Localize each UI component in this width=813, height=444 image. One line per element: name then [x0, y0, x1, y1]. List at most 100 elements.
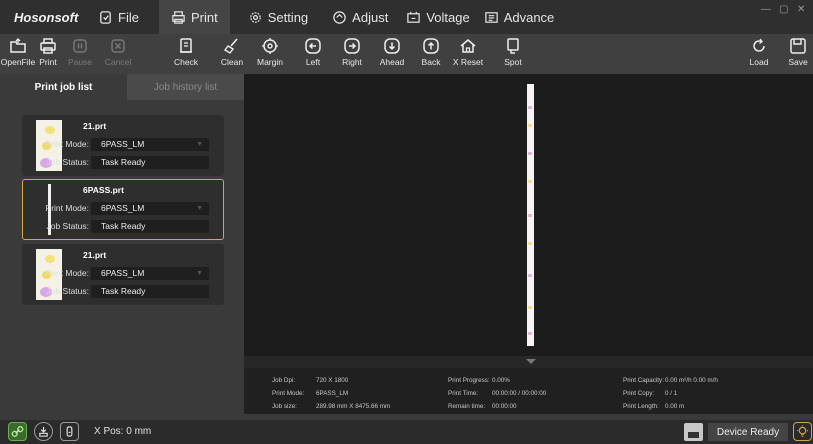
print-preview-canvas[interactable] — [244, 74, 813, 356]
printer-status-icon — [684, 423, 703, 441]
menu-voltage[interactable]: Voltage — [400, 0, 481, 34]
x-reset-button[interactable]: X Reset — [450, 37, 486, 67]
back-label: Back — [421, 57, 441, 67]
spot-button[interactable]: Spot — [495, 37, 531, 67]
menu-advance[interactable]: Advance — [482, 0, 567, 34]
load-label: Load — [749, 57, 769, 67]
ink-bottle-icon — [66, 426, 73, 437]
job-name: 21.prt — [83, 250, 107, 260]
menu-file[interactable]: File — [86, 0, 151, 34]
job-status-label: Job Status: — [46, 221, 89, 231]
margin-button[interactable]: Margin — [252, 37, 288, 67]
menu-setting[interactable]: Setting — [236, 0, 320, 34]
gear-icon — [249, 11, 261, 23]
job-status-text: Task Ready — [101, 157, 146, 167]
cancel-button[interactable]: Cancel — [100, 37, 136, 67]
print-time-label: Print Time: — [448, 390, 479, 397]
load-button[interactable]: Load — [741, 37, 777, 67]
right-button[interactable]: Right — [334, 37, 370, 67]
menu-bar: Hosonsoft File Print Setting Adjust Volt… — [0, 0, 813, 34]
save-button[interactable]: Save — [780, 37, 813, 67]
job-status-value: Task Ready — [91, 285, 209, 298]
job-status-label: Job Status: — [46, 286, 89, 296]
spot-icon — [507, 38, 519, 54]
print-mode-value: 6PASS_LM — [101, 268, 145, 278]
device-status: Device Ready — [708, 423, 788, 441]
link-icon — [11, 426, 24, 437]
menu-voltage-label: Voltage — [426, 9, 470, 25]
job-size-label: Job size: — [272, 403, 297, 410]
job-tabs: Print job list Job history list — [0, 74, 244, 100]
check-label: Check — [173, 57, 199, 67]
menu-print[interactable]: Print — [158, 0, 230, 34]
x-reset-label: X Reset — [452, 57, 484, 67]
menu-file-label: File — [118, 9, 139, 25]
x-position-readout: X Pos: 0 mm — [94, 426, 152, 437]
print-mode-select[interactable]: 6PASS_LM ▼ — [91, 202, 209, 215]
light-button[interactable] — [793, 422, 812, 441]
job-item[interactable]: 21.prt Print Mode: 6PASS_LM ▼ Job Status… — [22, 244, 224, 305]
adjust-icon — [333, 10, 346, 24]
pause-button[interactable]: Pause — [62, 37, 98, 67]
left-label: Left — [305, 57, 321, 67]
close-button[interactable]: ✕ — [797, 4, 805, 15]
carriage-button[interactable] — [34, 422, 53, 441]
ink-button[interactable] — [60, 422, 79, 441]
maximize-button[interactable]: ▢ — [779, 4, 788, 15]
light-bulb-icon — [796, 425, 809, 437]
tab-job-history-list[interactable]: Job history list — [127, 74, 244, 100]
print-length-value: 0.00 m — [665, 403, 685, 410]
job-item[interactable]: 21.prt Print Mode: 6PASS_LM ▼ Job Status… — [22, 115, 224, 176]
print-mode-select[interactable]: 6PASS_LM ▼ — [91, 267, 209, 280]
print-mode-label: Print Mode: — [45, 203, 89, 213]
print-mode-value: 6PASS_LM — [101, 203, 145, 213]
remain-time-label: Remain time: — [448, 403, 486, 410]
right-label: Right — [342, 57, 362, 67]
home-icon — [460, 39, 476, 53]
print-button[interactable]: Print — [30, 37, 66, 67]
print-capacity-label: Print Capacity: — [623, 377, 664, 384]
chevron-down-icon: ▼ — [196, 270, 203, 277]
check-button[interactable]: Check — [168, 37, 204, 67]
menu-setting-label: Setting — [267, 9, 309, 25]
cancel-icon — [111, 39, 125, 53]
check-document-icon — [180, 38, 192, 53]
print-mode-select[interactable]: 6PASS_LM ▼ — [91, 138, 209, 151]
connection-button[interactable] — [8, 422, 27, 441]
target-icon — [262, 38, 278, 54]
chevron-down-icon: ▼ — [196, 141, 203, 148]
print-time-value: 00:00:00 / 00:00:00 — [492, 390, 547, 397]
pause-icon — [73, 39, 87, 53]
printer-icon — [172, 10, 185, 24]
ahead-button[interactable]: Ahead — [374, 37, 410, 67]
job-status-label: Job Status: — [46, 157, 89, 167]
left-button[interactable]: Left — [295, 37, 331, 67]
back-button[interactable]: Back — [413, 37, 449, 67]
arrow-up-icon — [423, 38, 439, 54]
print-mode-info-label: Print Mode: — [272, 390, 305, 397]
job-item[interactable]: 6PASS.prt Print Mode: 6PASS_LM ▼ Job Sta… — [22, 179, 224, 240]
print-mode-info-value: 6PASS_LM — [316, 390, 349, 397]
info-panel-toggle[interactable] — [244, 356, 813, 368]
minimize-button[interactable]: — — [761, 4, 771, 15]
job-status-text: Task Ready — [101, 286, 146, 296]
job-name: 21.prt — [83, 121, 107, 131]
job-status-value: Task Ready — [91, 220, 209, 233]
print-mode-label: Print Mode: — [45, 139, 89, 149]
clean-label: Clean — [220, 57, 244, 67]
advance-icon — [484, 11, 498, 23]
clean-button[interactable]: Clean — [214, 37, 250, 67]
file-icon — [100, 10, 111, 24]
brush-icon — [223, 38, 238, 54]
tab-print-job-list[interactable]: Print job list — [0, 74, 127, 100]
job-panel: Print job list Job history list 21.prt P… — [0, 74, 244, 414]
job-dpi-value: 720 X 1800 — [316, 377, 349, 384]
chevron-down-icon — [526, 359, 536, 364]
job-name: 6PASS.prt — [83, 185, 124, 195]
print-mode-label: Print Mode: — [45, 268, 89, 278]
chevron-down-icon: ▼ — [196, 205, 203, 212]
cancel-label: Cancel — [104, 57, 132, 67]
carriage-icon — [39, 426, 48, 437]
remain-time-value: 00:00:00 — [492, 403, 517, 410]
menu-adjust[interactable]: Adjust — [320, 0, 400, 34]
